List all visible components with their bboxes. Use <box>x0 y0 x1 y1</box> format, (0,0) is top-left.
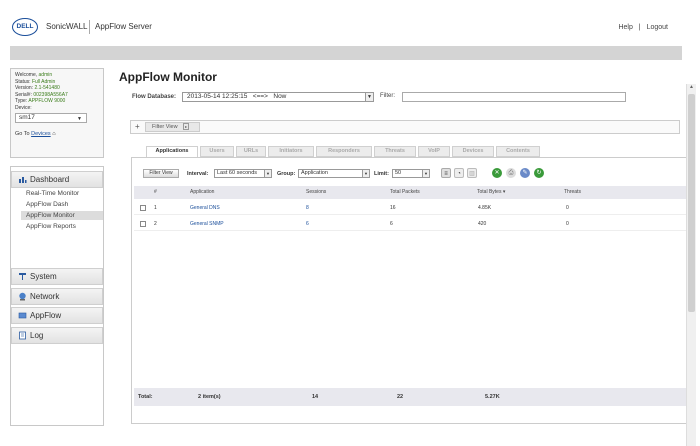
app-link[interactable]: General DNS <box>190 205 220 211</box>
refresh-icon[interactable]: ↻ <box>534 168 544 178</box>
flow-database-select[interactable]: 2013-05-14 12:25:15 <==> Now ▼ <box>182 92 374 102</box>
total-items: 2 item(s) <box>198 394 221 400</box>
tab-contents[interactable]: Contents <box>496 146 540 157</box>
scroll-up-icon[interactable]: ▲ <box>687 84 696 94</box>
app-header: DELL SonicWALL AppFlow Server Help | Log… <box>0 0 700 46</box>
nav-log[interactable]: Log <box>11 327 103 344</box>
chevron-down-icon: ▼ <box>264 170 271 177</box>
sidebar-item-appflow-monitor[interactable]: AppFlow Monitor <box>21 211 103 220</box>
col-total-bytes[interactable]: Total Bytes ▾ <box>477 189 505 195</box>
help-link[interactable]: Help <box>618 24 632 31</box>
brand-divider <box>89 20 90 34</box>
filter-input[interactable] <box>402 92 626 102</box>
row-checkbox[interactable] <box>140 205 146 211</box>
list-view-icon[interactable]: ≡ <box>441 168 451 178</box>
chevron-down-icon: ▼ <box>77 116 82 122</box>
page-title: AppFlow Monitor <box>119 70 217 84</box>
dell-logo: DELL <box>12 18 38 36</box>
brand-sonicwall: SonicWALL <box>46 22 88 31</box>
total-bytes: 5.27K <box>485 394 500 400</box>
sidebar-item-appflow-dash[interactable]: AppFlow Dash <box>25 200 103 209</box>
pie-chart-icon[interactable]: ◔ <box>454 168 464 178</box>
limit-label: Limit: <box>374 171 389 177</box>
settings-icon[interactable]: ✎ <box>520 168 530 178</box>
sessions-link[interactable]: 8 <box>306 205 309 211</box>
limit-select[interactable]: 50 ▼ <box>392 169 430 178</box>
tab-users[interactable]: Users <box>200 146 234 157</box>
sidebar-item-appflow-reports[interactable]: AppFlow Reports <box>25 222 103 231</box>
sidebar-item-real-time-monitor[interactable]: Real-Time Monitor <box>25 189 103 198</box>
device-select-value: sm17 <box>19 114 35 121</box>
interval-label: Interval: <box>187 171 209 177</box>
col-number: # <box>154 189 157 195</box>
app-link[interactable]: General SNMP <box>190 221 224 227</box>
home-icon[interactable]: ⌂ <box>52 131 55 137</box>
print-icon[interactable]: ⎙ <box>506 168 516 178</box>
filter-view-toggle[interactable]: Filter View ▸ <box>145 122 201 132</box>
col-sessions[interactable]: Sessions <box>306 189 326 195</box>
add-filter-icon[interactable]: + <box>135 122 140 131</box>
system-icon <box>19 273 26 280</box>
bar-chart-icon[interactable]: ▥ <box>467 168 477 178</box>
nav-appflow[interactable]: AppFlow <box>11 307 103 324</box>
nav-system[interactable]: System <box>11 268 103 285</box>
filter-view-bar: + Filter View ▸ <box>130 120 680 134</box>
tab-responders[interactable]: Responders <box>316 146 372 157</box>
appflow-icon <box>18 312 27 319</box>
user-info-panel: Welcome, admin Status: Full Admin Versio… <box>10 68 104 158</box>
top-links: Help | Logout <box>618 24 668 31</box>
total-packets: 22 <box>397 394 404 400</box>
devices-link[interactable]: Devices <box>31 131 51 137</box>
device-select[interactable]: sm17 ▼ <box>15 113 87 123</box>
filter-view-button[interactable]: Filter View <box>143 169 179 178</box>
nav-network[interactable]: Network <box>11 288 103 305</box>
log-icon <box>19 331 26 340</box>
col-application[interactable]: Application <box>190 189 214 195</box>
table-total-row: Total: 2 item(s) 14 22 5.27K <box>134 388 686 406</box>
col-threats[interactable]: Threats <box>564 189 581 195</box>
excel-export-icon[interactable]: ✕ <box>492 168 502 178</box>
total-sessions: 14 <box>312 394 319 400</box>
table-row[interactable]: 1 General DNS 8 16 4.85K 0 <box>134 201 686 215</box>
chevron-down-icon: ▼ <box>422 170 429 177</box>
logout-link[interactable]: Logout <box>647 24 668 31</box>
sidebar-nav: Dashboard Real-Time Monitor AppFlow Dash… <box>10 166 104 426</box>
flow-database-value: 2013-05-14 12:25:15 <==> Now <box>187 93 287 100</box>
chevron-down-icon: ▼ <box>365 93 373 101</box>
header-bar <box>10 46 682 60</box>
tab-devices[interactable]: Devices <box>452 146 494 157</box>
brand-appflow-server: AppFlow Server <box>95 22 152 31</box>
bar-chart-icon <box>19 177 27 183</box>
tab-voip[interactable]: VoIP <box>418 146 450 157</box>
group-label: Group: <box>277 171 296 177</box>
total-label: Total: <box>138 394 153 400</box>
filter-label: Filter: <box>380 93 395 99</box>
tab-threats[interactable]: Threats <box>374 146 416 157</box>
goto-devices: Go To Devices ⌂ <box>15 131 56 137</box>
interval-select[interactable]: Last 60 seconds ▼ <box>214 169 272 178</box>
tab-urls[interactable]: URLs <box>236 146 266 157</box>
table-header: # Application Sessions Total Packets Tot… <box>134 186 686 199</box>
row-checkbox[interactable] <box>140 221 146 227</box>
info-device: Device: <box>15 104 32 111</box>
nav-dashboard[interactable]: Dashboard <box>11 171 103 188</box>
chevron-down-icon: ▼ <box>362 170 369 177</box>
scroll-thumb[interactable] <box>688 94 695 312</box>
col-total-packets[interactable]: Total Packets <box>390 189 420 195</box>
group-select[interactable]: Application ▼ <box>298 169 370 178</box>
tab-initiators[interactable]: Initiators <box>268 146 314 157</box>
page-scrollbar[interactable]: ▲ <box>686 84 696 446</box>
sessions-link[interactable]: 6 <box>306 221 309 227</box>
network-icon <box>19 292 26 301</box>
table-row[interactable]: 2 General SNMP 6 6 420 0 <box>134 217 686 231</box>
link-separator: | <box>638 24 641 31</box>
expand-icon: ▸ <box>183 123 190 130</box>
flow-database-label: Flow Database: <box>132 94 177 100</box>
